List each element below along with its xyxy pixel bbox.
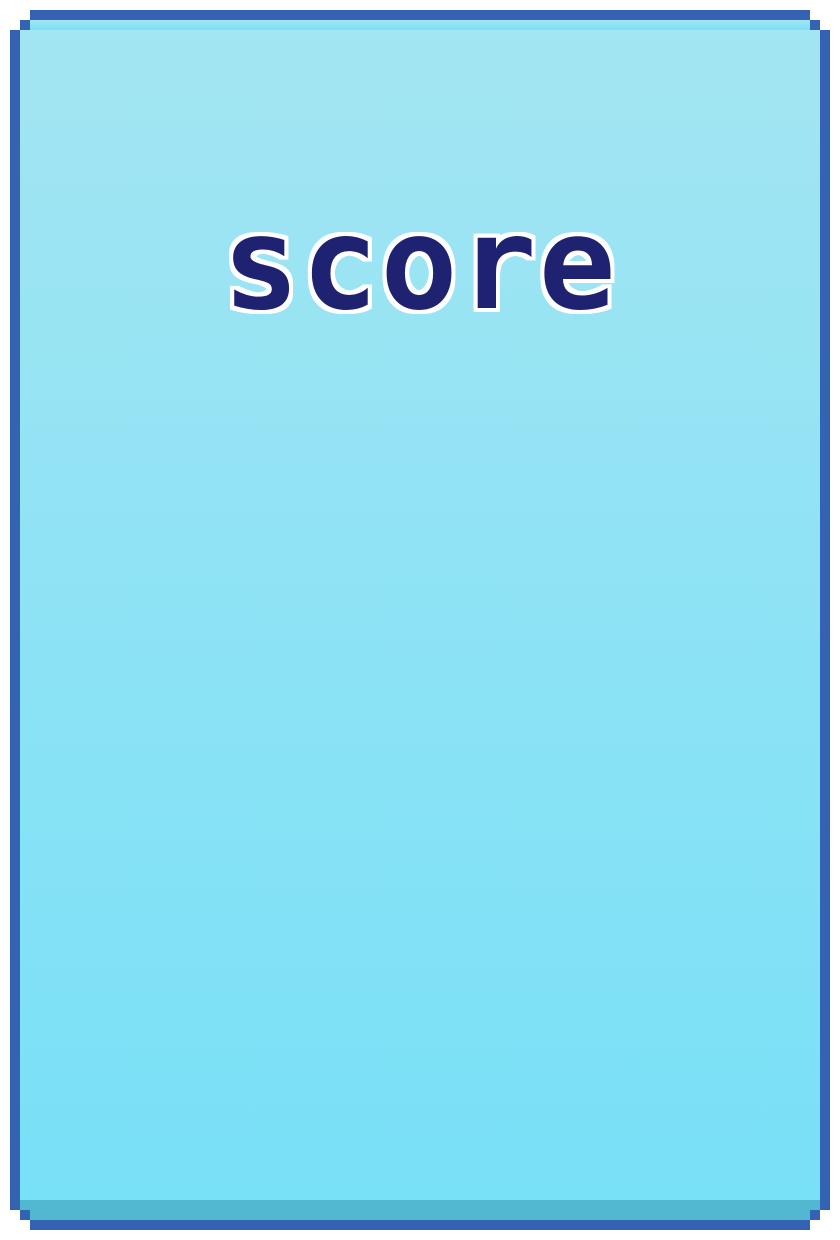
score-panel-screen: score <box>0 0 840 1240</box>
panel-bottom-shade <box>20 1200 820 1220</box>
score-panel <box>10 10 830 1230</box>
score-title: score <box>222 190 618 339</box>
